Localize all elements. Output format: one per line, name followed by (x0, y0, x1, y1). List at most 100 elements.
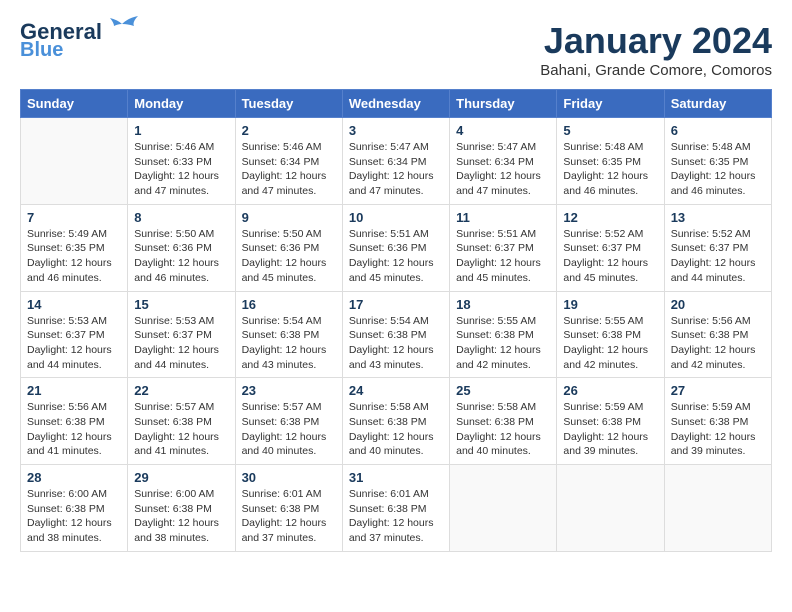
header-day-monday: Monday (128, 90, 235, 118)
day-number: 13 (671, 210, 765, 225)
calendar-cell: 27 Sunrise: 5:59 AMSunset: 6:38 PMDaylig… (664, 378, 771, 465)
day-info: Sunrise: 5:54 AMSunset: 6:38 PMDaylight:… (242, 315, 327, 371)
day-number: 27 (671, 383, 765, 398)
day-info: Sunrise: 5:48 AMSunset: 6:35 PMDaylight:… (563, 141, 648, 197)
day-info: Sunrise: 6:00 AMSunset: 6:38 PMDaylight:… (27, 488, 112, 544)
day-info: Sunrise: 5:46 AMSunset: 6:34 PMDaylight:… (242, 141, 327, 197)
calendar-cell: 8 Sunrise: 5:50 AMSunset: 6:36 PMDayligh… (128, 204, 235, 291)
day-number: 31 (349, 470, 443, 485)
day-number: 7 (27, 210, 121, 225)
calendar-cell: 29 Sunrise: 6:00 AMSunset: 6:38 PMDaylig… (128, 465, 235, 552)
day-number: 30 (242, 470, 336, 485)
day-info: Sunrise: 5:53 AMSunset: 6:37 PMDaylight:… (27, 315, 112, 371)
day-info: Sunrise: 5:59 AMSunset: 6:38 PMDaylight:… (563, 401, 648, 457)
day-number: 3 (349, 123, 443, 138)
calendar-cell: 28 Sunrise: 6:00 AMSunset: 6:38 PMDaylig… (21, 465, 128, 552)
day-number: 21 (27, 383, 121, 398)
day-number: 19 (563, 297, 657, 312)
day-number: 15 (134, 297, 228, 312)
calendar-cell: 23 Sunrise: 5:57 AMSunset: 6:38 PMDaylig… (235, 378, 342, 465)
day-info: Sunrise: 5:52 AMSunset: 6:37 PMDaylight:… (671, 228, 756, 284)
day-info: Sunrise: 5:55 AMSunset: 6:38 PMDaylight:… (456, 315, 541, 371)
day-info: Sunrise: 5:52 AMSunset: 6:37 PMDaylight:… (563, 228, 648, 284)
day-number: 12 (563, 210, 657, 225)
day-info: Sunrise: 5:50 AMSunset: 6:36 PMDaylight:… (242, 228, 327, 284)
calendar-cell: 16 Sunrise: 5:54 AMSunset: 6:38 PMDaylig… (235, 291, 342, 378)
day-info: Sunrise: 5:53 AMSunset: 6:37 PMDaylight:… (134, 315, 219, 371)
calendar-cell: 19 Sunrise: 5:55 AMSunset: 6:38 PMDaylig… (557, 291, 664, 378)
calendar-cell: 25 Sunrise: 5:58 AMSunset: 6:38 PMDaylig… (450, 378, 557, 465)
calendar-table: SundayMondayTuesdayWednesdayThursdayFrid… (20, 89, 772, 552)
day-number: 28 (27, 470, 121, 485)
calendar-cell: 22 Sunrise: 5:57 AMSunset: 6:38 PMDaylig… (128, 378, 235, 465)
calendar-cell: 18 Sunrise: 5:55 AMSunset: 6:38 PMDaylig… (450, 291, 557, 378)
day-info: Sunrise: 5:54 AMSunset: 6:38 PMDaylight:… (349, 315, 434, 371)
header-day-tuesday: Tuesday (235, 90, 342, 118)
day-info: Sunrise: 5:57 AMSunset: 6:38 PMDaylight:… (134, 401, 219, 457)
day-info: Sunrise: 5:49 AMSunset: 6:35 PMDaylight:… (27, 228, 112, 284)
day-info: Sunrise: 5:46 AMSunset: 6:33 PMDaylight:… (134, 141, 219, 197)
day-number: 2 (242, 123, 336, 138)
month-title: January 2024 (540, 20, 772, 62)
calendar-cell: 9 Sunrise: 5:50 AMSunset: 6:36 PMDayligh… (235, 204, 342, 291)
day-number: 23 (242, 383, 336, 398)
day-info: Sunrise: 6:01 AMSunset: 6:38 PMDaylight:… (242, 488, 327, 544)
calendar-cell: 20 Sunrise: 5:56 AMSunset: 6:38 PMDaylig… (664, 291, 771, 378)
day-number: 5 (563, 123, 657, 138)
day-number: 9 (242, 210, 336, 225)
calendar-cell: 24 Sunrise: 5:58 AMSunset: 6:38 PMDaylig… (342, 378, 449, 465)
calendar-cell: 10 Sunrise: 5:51 AMSunset: 6:36 PMDaylig… (342, 204, 449, 291)
day-number: 16 (242, 297, 336, 312)
day-info: Sunrise: 5:51 AMSunset: 6:36 PMDaylight:… (349, 228, 434, 284)
calendar-cell: 4 Sunrise: 5:47 AMSunset: 6:34 PMDayligh… (450, 118, 557, 205)
logo-blue-text: Blue (20, 40, 63, 60)
day-info: Sunrise: 5:50 AMSunset: 6:36 PMDaylight:… (134, 228, 219, 284)
week-row-4: 21 Sunrise: 5:56 AMSunset: 6:38 PMDaylig… (21, 378, 772, 465)
day-number: 11 (456, 210, 550, 225)
calendar-cell: 21 Sunrise: 5:56 AMSunset: 6:38 PMDaylig… (21, 378, 128, 465)
day-info: Sunrise: 5:59 AMSunset: 6:38 PMDaylight:… (671, 401, 756, 457)
header-day-sunday: Sunday (21, 90, 128, 118)
day-info: Sunrise: 6:00 AMSunset: 6:38 PMDaylight:… (134, 488, 219, 544)
calendar-cell: 30 Sunrise: 6:01 AMSunset: 6:38 PMDaylig… (235, 465, 342, 552)
week-row-1: 1 Sunrise: 5:46 AMSunset: 6:33 PMDayligh… (21, 118, 772, 205)
day-number: 26 (563, 383, 657, 398)
day-number: 10 (349, 210, 443, 225)
day-number: 14 (27, 297, 121, 312)
day-info: Sunrise: 5:58 AMSunset: 6:38 PMDaylight:… (349, 401, 434, 457)
calendar-cell: 11 Sunrise: 5:51 AMSunset: 6:37 PMDaylig… (450, 204, 557, 291)
header-day-saturday: Saturday (664, 90, 771, 118)
header-day-thursday: Thursday (450, 90, 557, 118)
calendar-cell: 15 Sunrise: 5:53 AMSunset: 6:37 PMDaylig… (128, 291, 235, 378)
calendar-cell (557, 465, 664, 552)
week-row-3: 14 Sunrise: 5:53 AMSunset: 6:37 PMDaylig… (21, 291, 772, 378)
days-header-row: SundayMondayTuesdayWednesdayThursdayFrid… (21, 90, 772, 118)
calendar-cell: 7 Sunrise: 5:49 AMSunset: 6:35 PMDayligh… (21, 204, 128, 291)
day-info: Sunrise: 5:47 AMSunset: 6:34 PMDaylight:… (456, 141, 541, 197)
day-info: Sunrise: 5:56 AMSunset: 6:38 PMDaylight:… (671, 315, 756, 371)
day-number: 25 (456, 383, 550, 398)
calendar-cell: 6 Sunrise: 5:48 AMSunset: 6:35 PMDayligh… (664, 118, 771, 205)
calendar-cell: 14 Sunrise: 5:53 AMSunset: 6:37 PMDaylig… (21, 291, 128, 378)
day-info: Sunrise: 5:51 AMSunset: 6:37 PMDaylight:… (456, 228, 541, 284)
week-row-2: 7 Sunrise: 5:49 AMSunset: 6:35 PMDayligh… (21, 204, 772, 291)
day-info: Sunrise: 6:01 AMSunset: 6:38 PMDaylight:… (349, 488, 434, 544)
calendar-cell: 31 Sunrise: 6:01 AMSunset: 6:38 PMDaylig… (342, 465, 449, 552)
logo: General Blue (20, 20, 142, 60)
calendar-cell (21, 118, 128, 205)
day-number: 18 (456, 297, 550, 312)
day-info: Sunrise: 5:48 AMSunset: 6:35 PMDaylight:… (671, 141, 756, 197)
calendar-cell (664, 465, 771, 552)
day-info: Sunrise: 5:56 AMSunset: 6:38 PMDaylight:… (27, 401, 112, 457)
header-day-wednesday: Wednesday (342, 90, 449, 118)
day-info: Sunrise: 5:55 AMSunset: 6:38 PMDaylight:… (563, 315, 648, 371)
title-area: January 2024 Bahani, Grande Comore, Como… (540, 20, 772, 79)
subtitle: Bahani, Grande Comore, Comoros (540, 62, 772, 79)
calendar-cell: 3 Sunrise: 5:47 AMSunset: 6:34 PMDayligh… (342, 118, 449, 205)
day-number: 1 (134, 123, 228, 138)
calendar-cell: 2 Sunrise: 5:46 AMSunset: 6:34 PMDayligh… (235, 118, 342, 205)
calendar-cell: 1 Sunrise: 5:46 AMSunset: 6:33 PMDayligh… (128, 118, 235, 205)
calendar-cell: 26 Sunrise: 5:59 AMSunset: 6:38 PMDaylig… (557, 378, 664, 465)
day-number: 22 (134, 383, 228, 398)
day-number: 29 (134, 470, 228, 485)
